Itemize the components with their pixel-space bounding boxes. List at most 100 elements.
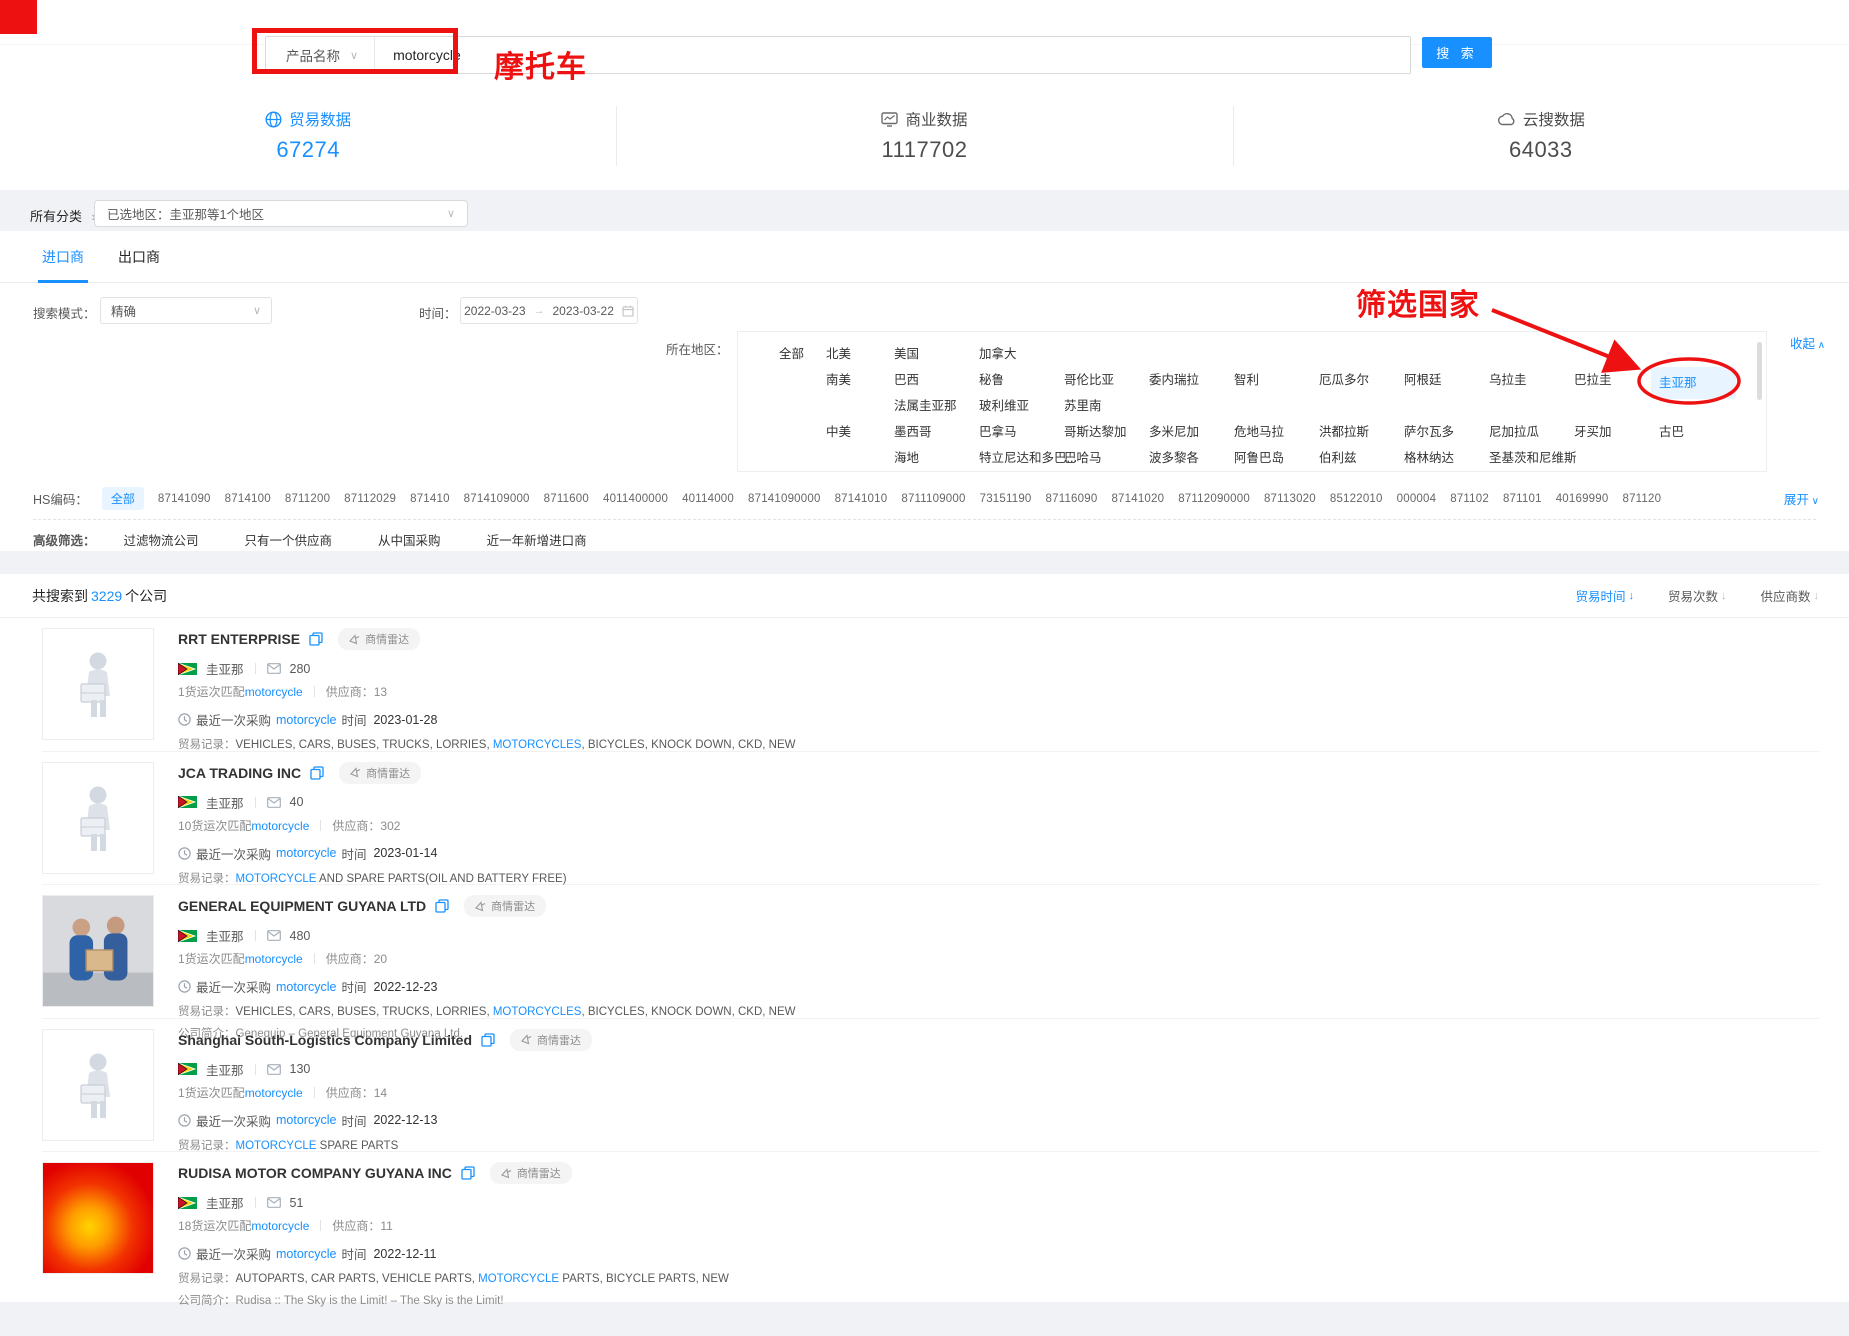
copy-icon[interactable] — [461, 1166, 475, 1180]
company-thumbnail[interactable] — [42, 895, 154, 1007]
hs-code-option[interactable]: 871120 — [1622, 493, 1661, 505]
region-option[interactable]: 乌拉圭 — [1489, 367, 1574, 393]
recent-keyword-link[interactable]: motorcycle — [276, 980, 336, 994]
sort-option[interactable]: 供应商数 ↓ — [1760, 586, 1819, 605]
region-option[interactable]: 多米尼加 — [1149, 419, 1234, 445]
hs-code-option[interactable]: 871102 — [1450, 493, 1489, 505]
hs-code-option[interactable]: 8711109000 — [901, 493, 965, 505]
recent-keyword-link[interactable]: motorcycle — [276, 713, 336, 727]
recent-keyword-link[interactable]: motorcycle — [276, 1113, 336, 1127]
hs-code-option[interactable]: 87141010 — [835, 493, 888, 505]
region-option[interactable]: 阿根廷 — [1404, 367, 1489, 393]
region-option[interactable]: 中美 — [826, 419, 894, 445]
region-option[interactable]: 秘鲁 — [979, 367, 1064, 393]
company-name[interactable]: RRT ENTERPRISE — [178, 631, 300, 647]
business-intel-badge[interactable]: 商情雷达 — [464, 895, 546, 917]
region-option[interactable]: 尼加拉瓜 — [1489, 419, 1574, 445]
region-option[interactable]: 特立尼达和多巴... — [979, 445, 1064, 471]
region-option[interactable]: 北美 — [826, 341, 894, 367]
business-intel-badge[interactable]: 商情雷达 — [490, 1162, 572, 1184]
company-name[interactable]: RUDISA MOTOR COMPANY GUYANA INC — [178, 1165, 452, 1181]
region-option[interactable]: 美国 — [894, 341, 979, 367]
business-intel-badge[interactable]: 商情雷达 — [510, 1029, 592, 1051]
region-option[interactable]: 海地 — [894, 445, 979, 471]
company-thumbnail[interactable] — [42, 1029, 154, 1141]
hs-code-option[interactable]: 40114000 — [682, 493, 734, 505]
sort-option[interactable]: 贸易次数 ↓ — [1668, 586, 1727, 605]
region-option[interactable]: 古巴 — [1659, 419, 1744, 445]
region-option[interactable]: 波多黎各 — [1149, 445, 1234, 471]
hs-code-option[interactable]: 40169990 — [1556, 493, 1609, 505]
region-option[interactable]: 哥斯达黎加 — [1064, 419, 1149, 445]
company-thumbnail[interactable] — [42, 628, 154, 740]
stat-cloud-search-data[interactable]: 云搜数据 64033 — [1233, 100, 1849, 180]
advanced-filter-option[interactable]: 从中国采购 — [378, 530, 441, 549]
company-thumbnail[interactable] — [42, 762, 154, 874]
hs-code-option[interactable]: 87113020 — [1264, 493, 1316, 505]
region-option[interactable]: 巴拿马 — [979, 419, 1064, 445]
recent-keyword-link[interactable]: motorcycle — [276, 1247, 336, 1261]
copy-icon[interactable] — [309, 632, 323, 646]
region-option[interactable]: 全部 — [779, 341, 826, 367]
advanced-filter-option[interactable]: 只有一个供应商 — [245, 530, 333, 549]
matched-keyword-link[interactable]: motorcycle — [245, 685, 303, 699]
scrollbar[interactable] — [1757, 342, 1762, 400]
collapse-link[interactable]: 收起 — [1790, 333, 1825, 352]
hs-code-option[interactable]: 85122010 — [1330, 493, 1383, 505]
copy-icon[interactable] — [310, 766, 324, 780]
hs-code-option[interactable]: 87141020 — [1111, 493, 1164, 505]
company-name[interactable]: GENERAL EQUIPMENT GUYANA LTD — [178, 898, 426, 914]
hs-code-option[interactable]: 87112090000 — [1178, 493, 1250, 505]
region-option[interactable]: 智利 — [1234, 367, 1319, 393]
region-option[interactable]: 牙买加 — [1574, 419, 1659, 445]
business-intel-badge[interactable]: 商情雷达 — [338, 628, 420, 650]
hs-code-option[interactable]: 4011400000 — [603, 493, 668, 505]
trade-record-highlight[interactable]: MOTORCYCLES — [493, 1006, 582, 1018]
region-option[interactable]: 法属圭亚那 — [894, 393, 979, 419]
region-option[interactable]: 圭亚那 — [1651, 367, 1736, 399]
advanced-filter-option[interactable]: 过滤物流公司 — [124, 530, 199, 549]
recent-keyword-link[interactable]: motorcycle — [276, 846, 336, 860]
tab-exporter[interactable]: 出口商 — [118, 231, 160, 283]
region-option[interactable]: 洪都拉斯 — [1319, 419, 1404, 445]
copy-icon[interactable] — [435, 899, 449, 913]
search-mode-dropdown[interactable]: 精确 ∨ — [100, 297, 272, 324]
matched-keyword-link[interactable]: motorcycle — [245, 1086, 303, 1100]
region-option[interactable]: 阿鲁巴岛 — [1234, 445, 1319, 471]
advanced-filter-option[interactable]: 近一年新增进口商 — [487, 530, 587, 549]
region-option[interactable]: 巴哈马 — [1064, 445, 1149, 471]
hs-code-option[interactable]: 871101 — [1503, 493, 1542, 505]
region-option[interactable]: 萨尔瓦多 — [1404, 419, 1489, 445]
tab-importer[interactable]: 进口商 — [42, 231, 84, 283]
business-intel-badge[interactable]: 商情雷达 — [339, 762, 421, 784]
stat-trade-data[interactable]: 贸易数据 67274 — [0, 100, 616, 180]
breadcrumb[interactable]: 所有分类 › — [30, 206, 96, 225]
company-name[interactable]: Shanghai South-Logistics Company Limited — [178, 1032, 472, 1048]
copy-icon[interactable] — [481, 1033, 495, 1047]
search-field-selector[interactable]: 产品名称 ∨ — [266, 37, 375, 73]
region-option[interactable]: 圣基茨和尼维斯 — [1489, 445, 1574, 471]
hs-code-option[interactable]: 87141090 — [158, 493, 211, 505]
hs-code-option[interactable]: 73151190 — [980, 493, 1032, 505]
date-range-picker[interactable]: 2022-03-23 → 2023-03-22 — [460, 297, 638, 324]
region-option[interactable]: 玻利维亚 — [979, 393, 1064, 419]
matched-keyword-link[interactable]: motorcycle — [245, 952, 303, 966]
sort-option[interactable]: 贸易时间 ↓ — [1575, 586, 1634, 605]
trade-record-highlight[interactable]: MOTORCYCLE — [236, 873, 317, 885]
hs-code-all[interactable]: 全部 — [102, 487, 144, 510]
selected-region-dropdown[interactable]: 已选地区：圭亚那等1个地区 ∨ — [94, 200, 468, 227]
region-option[interactable]: 伯利兹 — [1319, 445, 1404, 471]
expand-link[interactable]: 展开 — [1784, 489, 1819, 508]
hs-code-option[interactable]: 87116090 — [1046, 493, 1098, 505]
trade-record-highlight[interactable]: MOTORCYCLES — [493, 739, 582, 751]
stat-business-data[interactable]: 商业数据 1117702 — [616, 100, 1232, 180]
region-option[interactable]: 委内瑞拉 — [1149, 367, 1234, 393]
hs-code-option[interactable]: 8714109000 — [464, 493, 530, 505]
company-name[interactable]: JCA TRADING INC — [178, 765, 301, 781]
hs-code-option[interactable]: 8711200 — [285, 493, 330, 505]
matched-keyword-link[interactable]: motorcycle — [251, 819, 309, 833]
region-option[interactable]: 墨西哥 — [894, 419, 979, 445]
search-bar[interactable]: 产品名称 ∨ motorcycle — [265, 36, 1411, 74]
region-option[interactable]: 危地马拉 — [1234, 419, 1319, 445]
matched-keyword-link[interactable]: motorcycle — [251, 1219, 309, 1233]
